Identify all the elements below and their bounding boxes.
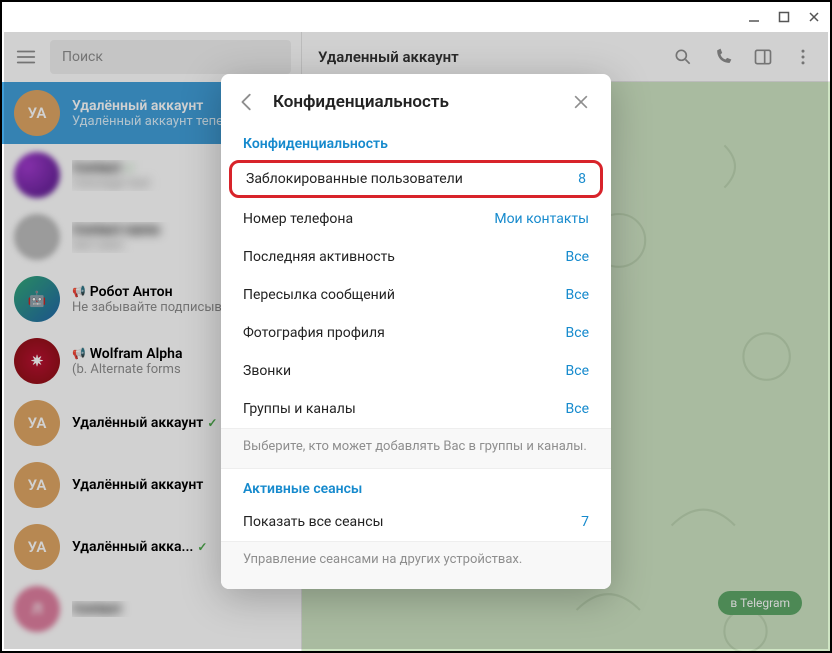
minimize-icon[interactable] [746, 9, 762, 25]
row-forwarding[interactable]: Пересылка сообщений Все [221, 276, 611, 314]
dialog-title: Конфиденциальность [273, 92, 555, 112]
row-label: Пересылка сообщений [243, 287, 395, 303]
hint-groups: Выберите, кто может добавлять Вас в груп… [221, 428, 611, 469]
row-groups[interactable]: Группы и каналы Все [221, 390, 611, 428]
row-value: Все [566, 363, 589, 379]
close-icon[interactable] [569, 90, 593, 114]
modal-overlay[interactable]: Конфиденциальность Конфиденциальность За… [4, 32, 828, 649]
maximize-icon[interactable] [776, 9, 792, 25]
app-window: Поиск УА Удалённый аккаунт Удалённый акк… [0, 0, 832, 653]
row-phone-number[interactable]: Номер телефона Мои контакты [221, 200, 611, 238]
row-value: 7 [581, 514, 589, 530]
window-titlebar [2, 2, 830, 32]
row-value: Все [566, 249, 589, 265]
hint-sessions: Управление сеансами на других устройства… [221, 541, 611, 589]
row-profile-photo[interactable]: Фотография профиля Все [221, 314, 611, 352]
back-arrow-icon[interactable] [235, 90, 259, 114]
row-blocked-users[interactable]: Заблокированные пользователи 8 [229, 160, 603, 198]
close-icon[interactable] [806, 9, 822, 25]
row-label: Группы и каналы [243, 401, 356, 417]
row-calls[interactable]: Звонки Все [221, 352, 611, 390]
row-label: Последняя активность [243, 249, 395, 265]
row-value: 8 [578, 171, 586, 187]
row-label: Показать все сеансы [243, 514, 383, 530]
dialog-header: Конфиденциальность [221, 74, 611, 124]
row-label: Фотография профиля [243, 325, 385, 341]
row-label: Номер телефона [243, 211, 353, 227]
section-sessions-label: Активные сеансы [221, 469, 611, 503]
row-value: Все [566, 401, 589, 417]
row-show-sessions[interactable]: Показать все сеансы 7 [221, 503, 611, 541]
row-last-seen[interactable]: Последняя активность Все [221, 238, 611, 276]
section-privacy-label: Конфиденциальность [221, 124, 611, 158]
row-label: Звонки [243, 363, 291, 379]
privacy-dialog: Конфиденциальность Конфиденциальность За… [221, 74, 611, 589]
dialog-body: Конфиденциальность Заблокированные польз… [221, 124, 611, 589]
row-value: Все [566, 287, 589, 303]
row-value: Мои контакты [494, 211, 589, 227]
row-label: Заблокированные пользователи [246, 171, 463, 187]
row-value: Все [566, 325, 589, 341]
